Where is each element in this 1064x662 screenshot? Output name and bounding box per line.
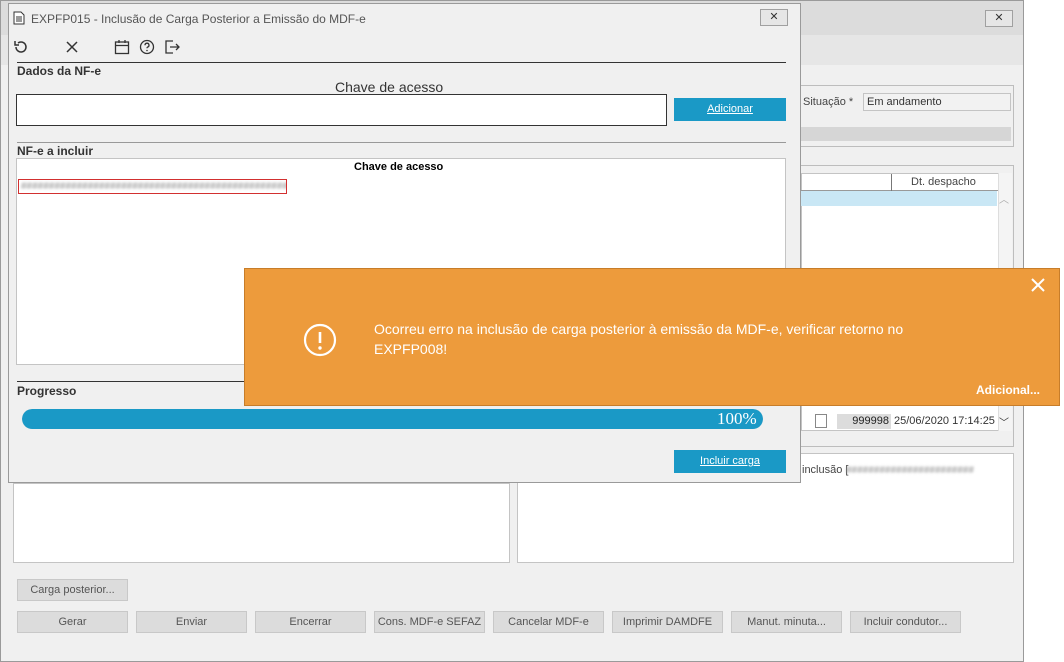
log-blurred-key: ####################### bbox=[846, 465, 974, 476]
row-checkbox[interactable] bbox=[815, 414, 827, 428]
dados-rule bbox=[17, 62, 786, 63]
incluir-condutor-button[interactable]: Incluir condutor... bbox=[850, 611, 961, 633]
situacao-field: Em andamento bbox=[863, 93, 1011, 111]
manut-minuta-button[interactable]: Manut. minuta... bbox=[731, 611, 842, 633]
scroll-up-icon[interactable]: ︿ bbox=[999, 191, 1009, 206]
dados-nfe-label: Dados da NF-e bbox=[17, 64, 102, 78]
nfe-list-item[interactable]: ########################################… bbox=[18, 179, 287, 194]
calendar-icon[interactable] bbox=[113, 38, 131, 56]
alert-icon bbox=[303, 323, 337, 360]
progresso-rule bbox=[17, 381, 257, 382]
progresso-label: Progresso bbox=[17, 384, 77, 398]
gerar-button[interactable]: Gerar bbox=[17, 611, 128, 633]
incluir-carga-button[interactable]: Incluir carga bbox=[674, 450, 786, 473]
progress-bar bbox=[22, 409, 763, 429]
progress-fill bbox=[22, 409, 763, 429]
close-icon[interactable] bbox=[63, 38, 81, 56]
toast-close-icon[interactable] bbox=[1031, 278, 1045, 295]
toast-more-link[interactable]: Adicional... bbox=[976, 383, 1040, 397]
carga-posterior-button[interactable]: Carga posterior... bbox=[17, 579, 128, 601]
left-log-pane bbox=[13, 483, 510, 563]
row-date: 25/06/2020 17:14:25 bbox=[894, 415, 995, 427]
exit-icon[interactable] bbox=[163, 38, 181, 56]
adicionar-button[interactable]: Adicionar bbox=[674, 98, 786, 121]
encerrar-button[interactable]: Encerrar bbox=[255, 611, 366, 633]
nfe-list-header: Chave de acesso bbox=[354, 161, 444, 173]
enviar-button[interactable]: Enviar bbox=[136, 611, 247, 633]
dialog-close-button[interactable]: ✕ bbox=[760, 9, 788, 26]
imprimir-damdfe-button[interactable]: Imprimir DAMDFE bbox=[612, 611, 723, 633]
nfe-key-blurred: ########################################… bbox=[21, 181, 287, 192]
log-text: inclusão [ bbox=[802, 464, 849, 476]
cancelar-mdfe-button[interactable]: Cancelar MDF-e bbox=[493, 611, 604, 633]
dialog-title: EXPFP015 - Inclusão de Carga Posterior a… bbox=[31, 12, 366, 26]
error-toast: Ocorreu erro na inclusão de carga poster… bbox=[244, 268, 1060, 406]
scroll-down-icon[interactable]: ﹀ bbox=[999, 414, 1009, 429]
situacao-label: Situação * bbox=[803, 96, 854, 108]
chave-acesso-input[interactable] bbox=[16, 94, 667, 126]
nfe-incluir-rule bbox=[17, 142, 786, 143]
dialog-window: EXPFP015 - Inclusão de Carga Posterior a… bbox=[8, 3, 801, 483]
help-icon[interactable] bbox=[138, 38, 156, 56]
grid-header-dt-despacho[interactable]: Dt. despacho bbox=[911, 176, 976, 188]
grid-selected-row[interactable] bbox=[801, 191, 997, 206]
background-close-button[interactable]: ✕ bbox=[985, 10, 1013, 27]
progress-text: 100% bbox=[717, 409, 757, 428]
nfe-incluir-label: NF-e a incluir bbox=[17, 144, 94, 158]
header-strip bbox=[801, 127, 1011, 141]
document-icon bbox=[13, 11, 25, 28]
toast-message: Ocorreu erro na inclusão de carga poster… bbox=[374, 321, 904, 357]
chave-acesso-label: Chave de acesso bbox=[335, 79, 444, 95]
undo-icon[interactable] bbox=[12, 38, 30, 56]
row-number: 999998 bbox=[837, 414, 891, 429]
cons-mdfe-sefaz-button[interactable]: Cons. MDF-e SEFAZ bbox=[374, 611, 485, 633]
